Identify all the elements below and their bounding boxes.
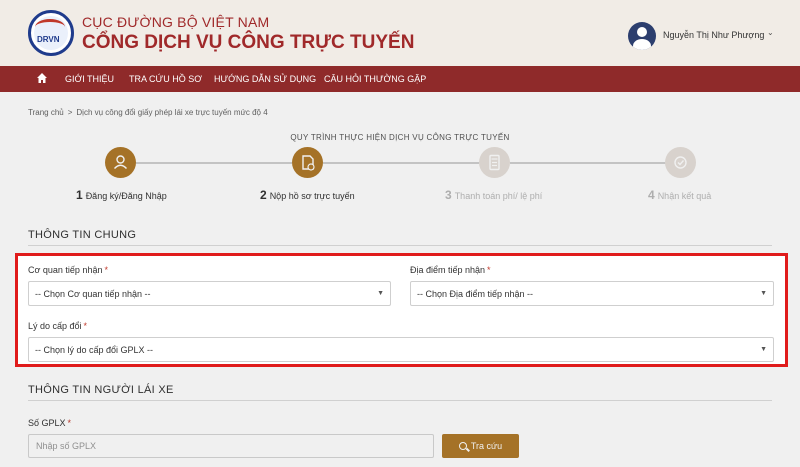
step-number: 4 [648, 188, 655, 202]
agency-label: Cơ quan tiếp nhận * [28, 265, 108, 275]
step-text: Nhận kết quả [657, 191, 712, 201]
site-header: DRVN CỤC ĐƯỜNG BỘ VIỆT NAM CỔNG DỊCH VỤ … [0, 0, 800, 66]
required-marker: * [67, 418, 72, 428]
reason-select-value: -- Chọn lý do cấp đổi GPLX -- [35, 345, 154, 355]
step-2-label: 2 Nộp hồ sơ trực tuyến [260, 188, 355, 202]
step-1-label: 1 Đăng ký/Đăng Nhập [76, 188, 167, 202]
step-number: 1 [76, 188, 83, 202]
reason-select[interactable]: -- Chọn lý do cấp đổi GPLX -- ▼ [28, 337, 774, 362]
process-title: QUY TRÌNH THỰC HIỆN DỊCH VỤ CÔNG TRỰC TU… [290, 133, 510, 142]
lookup-button[interactable]: Tra cứu [442, 434, 519, 458]
chevron-down-icon[interactable]: ⌄ [767, 28, 774, 37]
step-text: Đăng ký/Đăng Nhập [85, 191, 167, 201]
required-marker: * [487, 265, 491, 275]
step-4-circle [665, 147, 696, 178]
user-name[interactable]: Nguyễn Thị Như Phượng [663, 30, 764, 40]
breadcrumb-separator: > [67, 108, 73, 117]
step-text: Nộp hồ sơ trực tuyến [269, 191, 355, 201]
logo-arc [35, 19, 65, 35]
location-select-value: -- Chọn Địa điểm tiếp nhận -- [417, 289, 534, 299]
required-marker: * [104, 265, 108, 275]
nav-item-faq[interactable]: CÂU HỎI THƯỜNG GẶP [324, 74, 426, 84]
step-connector [323, 162, 479, 164]
breadcrumb: Trang chủ > Dịch vụ công đổi giấy phép lái… [28, 108, 268, 117]
location-select[interactable]: -- Chọn Địa điểm tiếp nhận -- ▼ [410, 281, 774, 306]
step-number: 2 [260, 188, 267, 202]
driver-info-title: THÔNG TIN NGƯỜI LÁI XE [28, 384, 174, 396]
dropdown-caret-icon: ▼ [760, 290, 767, 297]
user-icon [105, 147, 136, 178]
step-4-label: 4 Nhận kết quả [648, 188, 711, 202]
location-label-text: Địa điểm tiếp nhận [410, 265, 486, 275]
home-icon[interactable] [36, 72, 48, 84]
step-3-label: 3 Thanh toán phí/ lệ phí [445, 188, 542, 202]
license-number-input[interactable] [29, 435, 433, 457]
location-label: Địa điểm tiếp nhận * [410, 265, 491, 275]
step-1-circle [105, 147, 136, 178]
breadcrumb-current: Dịch vụ công đổi giấy phép lái xe trực t… [76, 108, 268, 117]
user-avatar-icon[interactable] [628, 22, 656, 50]
dim-overlay [0, 253, 15, 367]
lookup-button-label: Tra cứu [470, 441, 503, 451]
logo-text: DRVN [37, 35, 60, 44]
section-divider [28, 245, 772, 246]
step-2-circle [292, 147, 323, 178]
breadcrumb-home[interactable]: Trang chủ [28, 108, 64, 117]
main-nav: GIỚI THIỆU TRA CỨU HỒ SƠ HƯỚNG DẪN SỬ DỤ… [0, 66, 800, 92]
agency-select[interactable]: -- Chọn Cơ quan tiếp nhận -- ▼ [28, 281, 391, 306]
step-connector [136, 162, 292, 164]
avatar-head [637, 27, 647, 37]
section-divider [28, 400, 772, 401]
required-marker: * [83, 321, 88, 331]
nav-item-lookup[interactable]: TRA CỨU HỒ SƠ [129, 74, 202, 84]
step-3-circle [479, 147, 510, 178]
search-icon [458, 442, 467, 450]
nav-item-about[interactable]: GIỚI THIỆU [65, 74, 114, 84]
check-circle-icon [665, 147, 696, 178]
org-name: CỤC ĐƯỜNG BỘ VIỆT NAM [82, 14, 270, 30]
step-connector [510, 162, 666, 164]
drvn-logo[interactable]: DRVN [28, 10, 74, 56]
license-label: Số GPLX * [28, 418, 71, 428]
dropdown-caret-icon: ▼ [377, 290, 384, 297]
document-icon [292, 147, 323, 178]
dropdown-caret-icon: ▼ [760, 346, 767, 353]
avatar-body [633, 39, 651, 50]
calculator-icon [479, 147, 510, 178]
step-text: Thanh toán phí/ lệ phí [454, 191, 543, 201]
reason-label-text: Lý do cấp đổi [28, 321, 82, 331]
portal-name[interactable]: CỔNG DỊCH VỤ CÔNG TRỰC TUYẾN [82, 32, 414, 54]
reason-label: Lý do cấp đổi * [28, 321, 87, 331]
license-number-field[interactable] [28, 434, 434, 458]
general-info-title: THÔNG TIN CHUNG [28, 229, 137, 241]
dim-overlay [788, 253, 800, 367]
agency-label-text: Cơ quan tiếp nhận [28, 265, 103, 275]
agency-select-value: -- Chọn Cơ quan tiếp nhận -- [35, 289, 151, 299]
license-label-text: Số GPLX [28, 418, 66, 428]
nav-item-guide[interactable]: HƯỚNG DẪN SỬ DỤNG [214, 74, 316, 84]
step-number: 3 [445, 188, 452, 202]
